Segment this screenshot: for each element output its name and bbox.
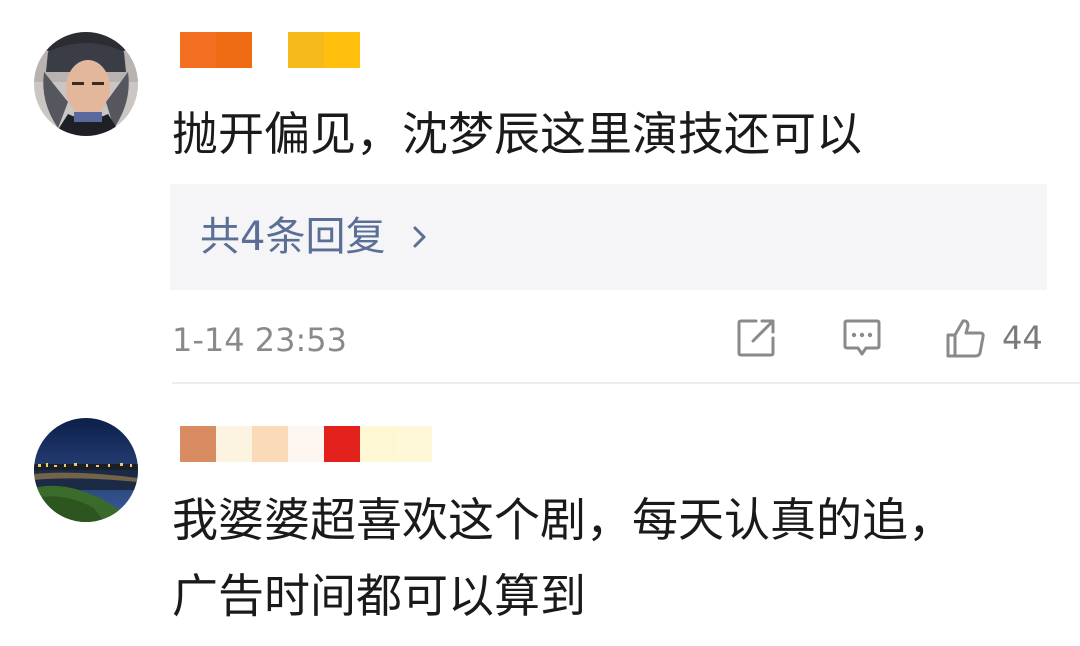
user-avatar[interactable] (34, 418, 138, 522)
user-avatar[interactable] (34, 32, 138, 136)
comment-meta: 1-14 23:53 44 (172, 316, 1047, 366)
share-icon (737, 319, 775, 357)
share-button[interactable] (734, 316, 778, 360)
comment-item: 抛开偏见，沈梦辰这里演技还可以 共4条回复 1-14 23:53 44 (0, 0, 1080, 384)
comment-icon (843, 319, 881, 356)
like-icon (946, 319, 985, 358)
redaction-block (396, 426, 432, 462)
redaction-block (180, 32, 216, 68)
timestamp: 1-14 23:53 (172, 321, 348, 359)
redaction-block (216, 426, 252, 462)
redaction-block (252, 32, 288, 68)
redaction-block (324, 426, 360, 462)
redaction-block (360, 426, 396, 462)
like-count: 44 (1002, 319, 1043, 357)
comment-text: 抛开偏见，沈梦辰这里演技还可以 (172, 107, 862, 161)
avatar-night-river-icon (34, 418, 138, 522)
redaction-block (324, 32, 360, 68)
redaction-block (216, 32, 252, 68)
comment-button[interactable] (840, 316, 884, 360)
redaction-block (180, 426, 216, 462)
username-redacted[interactable] (180, 32, 360, 68)
like-button[interactable]: 44 (944, 316, 1043, 360)
username-redacted[interactable] (180, 426, 432, 462)
replies-label: 共4条回复 (200, 214, 386, 260)
avatar-helmet-person-icon (34, 32, 138, 136)
reply-summary-box[interactable]: 共4条回复 (170, 184, 1047, 290)
comment-text: 我婆婆超喜欢这个剧，每天认真的追， 广告时间都可以算到 (172, 493, 954, 623)
redaction-block (288, 32, 324, 68)
comment-item: 我婆婆超喜欢这个剧，每天认真的追， 广告时间都可以算到 (0, 384, 1080, 646)
view-replies-link[interactable]: 共4条回复 (200, 212, 435, 262)
redaction-block (288, 426, 324, 462)
redaction-block (252, 426, 288, 462)
chevron-right-icon (413, 226, 426, 248)
